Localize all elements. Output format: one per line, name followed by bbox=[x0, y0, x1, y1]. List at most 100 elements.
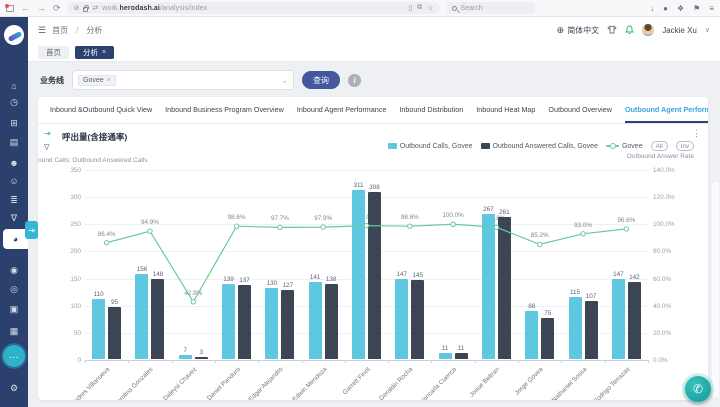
x-axis-tick bbox=[302, 360, 303, 363]
line-marker[interactable] bbox=[581, 232, 585, 236]
sidebar-item-layers[interactable]: ≣ bbox=[0, 191, 28, 209]
page-tab-home[interactable]: 首页 bbox=[38, 46, 69, 59]
site-info-icon[interactable]: ⊘ bbox=[74, 4, 80, 12]
line-marker[interactable] bbox=[148, 229, 152, 233]
funnel-icon: ∇ bbox=[11, 214, 17, 223]
more-options-icon[interactable]: ⋮ bbox=[692, 128, 701, 139]
phone-fab[interactable]: ✆ bbox=[685, 376, 711, 402]
sidebar-item-customers[interactable]: ☺ bbox=[0, 172, 28, 190]
line-marker[interactable] bbox=[624, 227, 628, 231]
bookmark-star-icon[interactable]: ☆ bbox=[427, 4, 433, 12]
bar-value-label: 261 bbox=[499, 209, 510, 216]
legend-all-button[interactable]: All bbox=[651, 141, 668, 151]
sidebar-item-orders[interactable]: ▤ bbox=[0, 133, 28, 151]
flag-icon[interactable]: ⚑ bbox=[693, 4, 700, 13]
tab-inbound-heat-map[interactable]: Inbound Heat Map bbox=[476, 97, 535, 123]
bar-value-label: 88 bbox=[528, 303, 535, 310]
tab-inbound-agent-performance[interactable]: Inbound Agent Performance bbox=[297, 97, 387, 123]
language-switch[interactable]: ⊕ 简体中文 bbox=[557, 25, 600, 36]
line-marker[interactable] bbox=[104, 241, 108, 245]
line-marker[interactable] bbox=[278, 225, 282, 229]
tab-inbound-distribution[interactable]: Inbound Distribution bbox=[399, 97, 463, 123]
expand-icon[interactable]: ⇥ bbox=[44, 129, 51, 138]
line-marker[interactable] bbox=[364, 223, 368, 227]
account-icon[interactable]: ● bbox=[663, 4, 668, 13]
theme-shirt-icon[interactable] bbox=[607, 25, 617, 36]
download-icon[interactable]: ↓ bbox=[650, 4, 654, 13]
breadcrumb-home[interactable]: 首页 bbox=[52, 25, 68, 36]
url-bar[interactable]: ⊘ ⇄ work.herodash.ai/analysis/index ▯ ⧉ … bbox=[68, 2, 440, 14]
selected-tag[interactable]: Govee × bbox=[78, 75, 116, 86]
x-axis-label: Rodrigo Terrazas bbox=[592, 366, 631, 400]
sidebar-item-monitor[interactable]: ◷ bbox=[0, 93, 28, 111]
notifications-bell-icon[interactable] bbox=[625, 25, 634, 35]
line-marker[interactable] bbox=[234, 224, 238, 228]
x-axis-tick bbox=[345, 360, 346, 363]
line-marker[interactable] bbox=[538, 242, 542, 246]
tab-inbound-outbound-quick-view[interactable]: Inbound &Outbound Quick View bbox=[50, 97, 152, 123]
x-axis-tick bbox=[475, 360, 476, 363]
sidebar-item-gallery[interactable]: ▣ bbox=[0, 300, 28, 318]
sidebar-item-insights-eye[interactable]: ◉ bbox=[0, 261, 28, 279]
swap-icon[interactable]: ⇄ bbox=[92, 4, 98, 12]
x-axis-tick bbox=[258, 360, 259, 363]
legend-item[interactable]: Outbound Answered Calls, Govee bbox=[481, 143, 598, 150]
forward-icon[interactable]: → bbox=[37, 4, 46, 13]
sidebar-item-chat[interactable]: … bbox=[3, 345, 25, 367]
filter-label: 业务线 bbox=[40, 75, 64, 86]
secondary-axis-tick-label: 80.0% bbox=[653, 248, 693, 255]
sidebar-item-apps[interactable]: ⊞ bbox=[0, 114, 28, 132]
secondary-axis-tick-label: 140.0% bbox=[653, 167, 693, 174]
legend-inv-button[interactable]: Inv bbox=[676, 141, 694, 151]
report-card: Inbound &Outbound Quick View Inbound Busi… bbox=[38, 97, 708, 400]
line-marker[interactable] bbox=[191, 300, 195, 304]
gallery-icon: ▣ bbox=[10, 305, 19, 314]
secondary-axis-tick-label: 100.0% bbox=[653, 221, 693, 228]
user-name[interactable]: Jackie Xu bbox=[662, 26, 697, 35]
team-icon: ☻ bbox=[9, 159, 18, 168]
scrollbar[interactable] bbox=[712, 182, 719, 397]
tab-outbound-agent-performance[interactable]: Outbound Agent Performance bbox=[625, 97, 708, 123]
legend-item[interactable]: Govee bbox=[606, 143, 643, 150]
refresh-icon[interactable]: ⟳ bbox=[53, 4, 61, 13]
tab-inbound-business-program-overview[interactable]: Inbound Business Program Overview bbox=[165, 97, 284, 123]
extensions-icon[interactable]: ❖ bbox=[677, 4, 684, 13]
layers-icon: ≣ bbox=[10, 196, 18, 205]
back-icon[interactable]: ← bbox=[21, 4, 30, 13]
bar-value-label: 141 bbox=[310, 274, 321, 281]
monitor-icon: ◷ bbox=[10, 98, 18, 107]
line-marker[interactable] bbox=[451, 222, 455, 226]
legend-label: Outbound Calls, Govee bbox=[400, 143, 473, 150]
reader-icon[interactable]: ▯ bbox=[408, 4, 412, 12]
collapse-menu-icon[interactable]: ☰ bbox=[38, 25, 46, 36]
avatar[interactable] bbox=[642, 24, 654, 36]
sidebar-item-team[interactable]: ☻ bbox=[0, 154, 28, 172]
search-box[interactable]: Search bbox=[447, 2, 535, 14]
line-marker[interactable] bbox=[408, 224, 412, 228]
menu-icon[interactable]: ≡ bbox=[709, 4, 714, 13]
sidebar-expand-handle[interactable]: ⇥ bbox=[25, 221, 38, 239]
x-axis-label: Daniel Panduro bbox=[205, 366, 241, 400]
sidebar-item-calendar[interactable]: ▦ bbox=[0, 322, 28, 340]
bar-value-label: 11 bbox=[458, 345, 465, 352]
legend-item[interactable]: Outbound Calls, Govee bbox=[388, 143, 473, 150]
line-marker[interactable] bbox=[494, 225, 498, 229]
business-line-select[interactable]: Govee × ⌄ bbox=[72, 70, 294, 90]
page-tab-analysis[interactable]: 分析× bbox=[75, 46, 114, 59]
bar-value-label: 148 bbox=[153, 271, 164, 278]
remove-tag-icon[interactable]: × bbox=[107, 77, 111, 84]
tab-outbound-overview[interactable]: Outbound Overview bbox=[548, 97, 612, 123]
line-marker[interactable] bbox=[321, 225, 325, 229]
x-axis-tick bbox=[561, 360, 562, 363]
sidebar-item-funnel[interactable]: ∇ bbox=[0, 209, 28, 227]
sidebar-item-settings[interactable]: ⚙ bbox=[0, 379, 28, 397]
close-tab-icon[interactable]: × bbox=[102, 49, 106, 56]
filter-funnel-icon[interactable]: ∇ bbox=[44, 143, 51, 152]
chevron-down-icon: ∨ bbox=[705, 26, 710, 34]
sidebar-item-share[interactable]: ◎ bbox=[0, 280, 28, 298]
app-logo[interactable] bbox=[4, 25, 24, 45]
browser-tab-icon[interactable] bbox=[6, 5, 14, 12]
container-icon[interactable]: ⧉ bbox=[417, 4, 422, 12]
query-button[interactable]: 查询 bbox=[302, 71, 340, 89]
info-icon[interactable]: i bbox=[348, 74, 361, 87]
